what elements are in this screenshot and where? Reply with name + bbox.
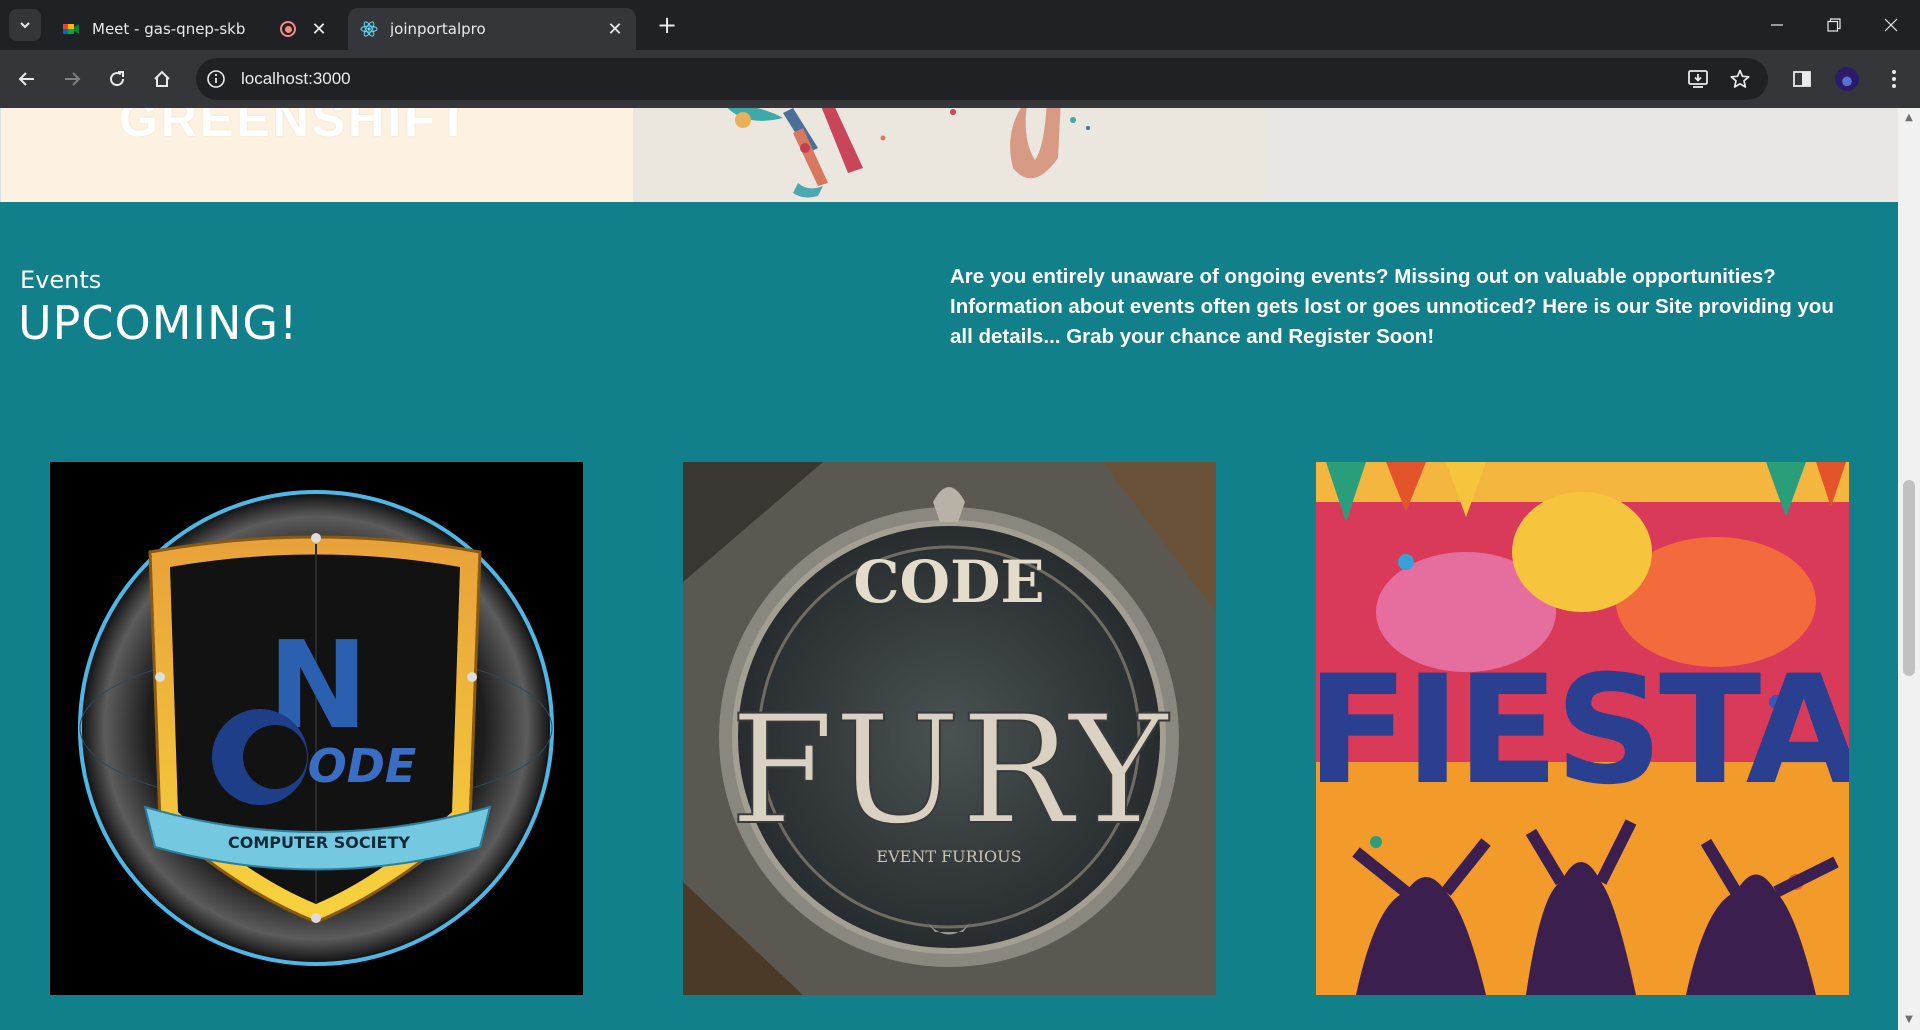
ncode-banner-text: COMPUTER SOCIETY [228, 833, 410, 852]
ncode-logo-image: N ODE COMPUTER SOCIETY [50, 462, 583, 995]
paint-splash-artwork [727, 108, 1091, 198]
events-description: Are you entirely unaware of ongoing even… [950, 265, 1834, 348]
fiesta-text: FIESTA [1316, 644, 1849, 818]
side-panel-button[interactable] [1784, 61, 1820, 97]
code-fury-image: CODE FURY EVENT FURIOUS [683, 462, 1216, 995]
close-icon [1884, 18, 1898, 32]
back-button[interactable] [9, 61, 45, 97]
home-button[interactable] [144, 61, 180, 97]
tab-title: joinportalpro [390, 20, 486, 38]
address-bar[interactable]: localhost:3000 [196, 58, 1768, 100]
site-info-button[interactable] [204, 67, 228, 91]
gallery-image-paint[interactable] [633, 108, 1266, 202]
tab-title: Meet - gas-qnep-skb [92, 20, 246, 38]
gallery-strip: GREENSHIFT [0, 108, 1898, 202]
greenshift-logo-text: GREENSHIFT [119, 108, 472, 147]
close-tab-icon[interactable]: ✕ [606, 19, 624, 40]
minimize-button[interactable] [1748, 0, 1806, 50]
code-fury-line1: CODE [853, 548, 1044, 616]
gallery-image-greenshift[interactable]: GREENSHIFT [0, 108, 634, 202]
page-viewport: GREENSHIFT Events UPCOMING! Are you enti… [0, 108, 1898, 1030]
event-card-code-fury[interactable]: CODE FURY EVENT FURIOUS [683, 462, 1216, 995]
recording-indicator-icon [280, 21, 296, 37]
close-window-button[interactable] [1862, 0, 1920, 50]
browser-tab-strip: Meet - gas-qnep-skb ✕ joinportalpro ✕ + [0, 0, 1920, 50]
chevron-down-icon [20, 22, 30, 29]
browser-toolbar: localhost:3000 [0, 50, 1920, 108]
google-meet-icon [63, 24, 79, 34]
arrow-left-icon [18, 72, 34, 86]
reload-icon [110, 71, 125, 87]
star-icon [1730, 69, 1750, 88]
info-icon [207, 70, 225, 88]
events-title: UPCOMING! [18, 296, 299, 350]
ncode-text-ode: ODE [308, 739, 417, 793]
reload-button[interactable] [99, 61, 135, 97]
arrow-right-icon [65, 72, 81, 86]
gallery-image-plain[interactable] [1265, 108, 1898, 202]
browser-menu-button[interactable] [1876, 61, 1912, 97]
install-app-button[interactable] [1684, 65, 1712, 93]
events-label: Events [20, 266, 102, 294]
close-tab-icon[interactable]: ✕ [310, 19, 328, 40]
event-card-fiesta[interactable]: FIESTA [1316, 462, 1849, 995]
url-text[interactable]: localhost:3000 [241, 58, 351, 100]
restore-icon [1827, 18, 1841, 32]
event-card-ncode[interactable]: N ODE COMPUTER SOCIETY [50, 462, 583, 995]
scrollbar-thumb[interactable] [1903, 480, 1915, 676]
more-vertical-icon [1892, 70, 1896, 88]
code-fury-subtitle: EVENT FURIOUS [876, 847, 1021, 866]
side-panel-icon [1793, 71, 1811, 87]
scroll-up-arrow-icon[interactable]: ▲ [1903, 112, 1915, 124]
profile-avatar[interactable] [1835, 67, 1859, 91]
new-tab-button[interactable]: + [652, 12, 682, 42]
code-fury-line2: FURY [730, 684, 1170, 858]
bookmark-button[interactable] [1726, 65, 1754, 93]
home-icon [154, 70, 170, 87]
restore-button[interactable] [1805, 0, 1863, 50]
forward-button[interactable] [54, 61, 90, 97]
react-icon [360, 21, 378, 37]
page-scrollbar[interactable]: ▲ ▼ [1898, 108, 1920, 1030]
tab-search-button[interactable] [9, 9, 41, 41]
minimize-icon [1771, 24, 1783, 26]
install-icon [1688, 70, 1708, 88]
tab-joinportalpro[interactable]: joinportalpro ✕ [348, 8, 636, 50]
tab-meet[interactable]: Meet - gas-qnep-skb ✕ [50, 8, 340, 50]
fiesta-image: FIESTA [1316, 462, 1849, 995]
scroll-down-arrow-icon[interactable]: ▼ [1903, 1014, 1915, 1026]
